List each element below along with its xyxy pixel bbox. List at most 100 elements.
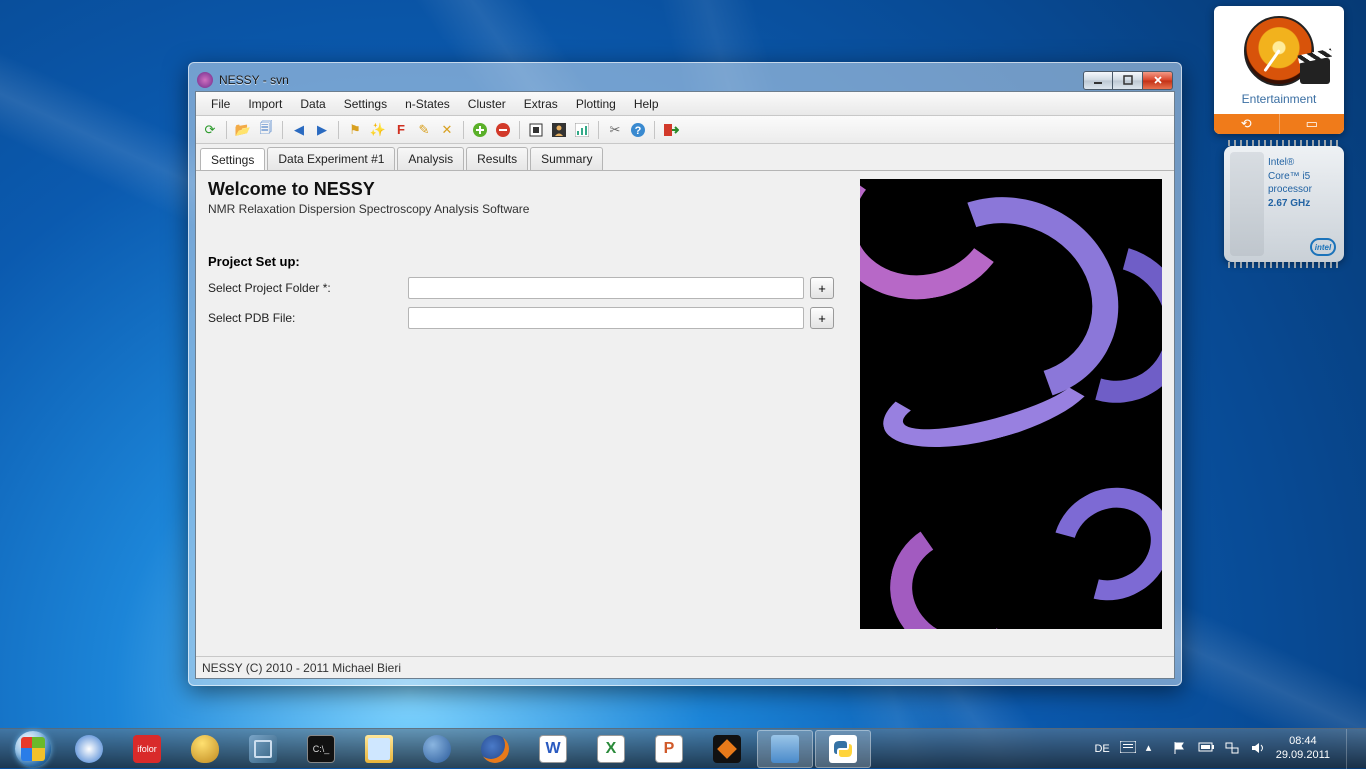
gadget-cpu[interactable]: Intel® Core™ i5 processor 2.67 GHz intel [1224,146,1344,262]
minimize-button[interactable] [1083,71,1113,90]
menu-extras[interactable]: Extras [515,94,567,114]
nav-forward-icon[interactable]: ▶ [312,120,332,140]
statusbar: NESSY (C) 2010 - 2011 Michael Bieri [196,656,1174,678]
clapper-icon [1300,58,1330,84]
taskbar-lamp[interactable] [177,730,233,768]
taskbar-python[interactable] [815,730,871,768]
project-folder-input[interactable] [408,277,804,299]
tray-chevron-icon[interactable]: ▴ [1146,741,1162,757]
pdb-file-label: Select PDB File: [208,311,408,325]
system-tray: DE ▴ 08:44 29.09.2011 [1094,729,1360,769]
wand-icon[interactable]: ✨ [368,120,388,140]
taskbar-virtualbox[interactable] [235,730,291,768]
gadget-entertainment-label: Entertainment [1242,92,1317,106]
taskbar-itunes[interactable] [61,730,117,768]
project-setup-heading: Project Set up: [208,254,840,269]
tabstrip: Settings Data Experiment #1 Analysis Res… [196,144,1174,170]
taskbar-excel[interactable]: X [583,730,639,768]
taskbar-firefox[interactable] [467,730,523,768]
tray-battery-icon[interactable] [1198,741,1214,757]
remove-stop-icon[interactable] [493,120,513,140]
tray-network-icon[interactable] [1224,741,1240,757]
menubar: File Import Data Settings n-States Clust… [196,92,1174,116]
flag-yellow-icon[interactable]: ⚑ [345,120,365,140]
window-controls [1083,71,1173,90]
taskbar-terminal[interactable]: C:\_ [293,730,349,768]
menu-help[interactable]: Help [625,94,668,114]
tab-summary[interactable]: Summary [530,147,603,170]
taskbar-word[interactable]: W [525,730,581,768]
maximize-button[interactable] [1113,71,1143,90]
project-folder-browse-button[interactable]: + [810,277,834,299]
taskbar-thunderbird[interactable] [409,730,465,768]
tray-date: 29.09.2011 [1276,749,1330,763]
taskbar-origin[interactable] [699,730,755,768]
welcome-heading: Welcome to NESSY [208,179,840,200]
menu-nstates[interactable]: n-States [396,94,459,114]
letter-f-icon[interactable]: F [391,120,411,140]
protein-structure-image [860,179,1162,629]
tab-results[interactable]: Results [466,147,528,170]
user-icon[interactable] [549,120,569,140]
tray-volume-icon[interactable] [1250,741,1266,757]
add-plus-icon[interactable] [470,120,490,140]
menu-plotting[interactable]: Plotting [567,94,625,114]
statusbar-text: NESSY (C) 2010 - 2011 Michael Bieri [202,661,401,675]
cpu-line1: Intel® [1268,156,1336,170]
app-window: NESSY - svn File Import Data Settings n-… [188,62,1182,686]
gadget-next-button[interactable]: ▭ [1280,114,1345,134]
titlebar[interactable]: NESSY - svn [195,69,1175,91]
start-button[interactable] [6,729,60,769]
menu-data[interactable]: Data [291,94,334,114]
pencil-icon[interactable]: ✎ [414,120,434,140]
taskbar-app1[interactable] [757,730,813,768]
project-folder-label: Select Project Folder *: [208,281,408,295]
menu-import[interactable]: Import [239,94,291,114]
menu-settings[interactable]: Settings [335,94,396,114]
tray-flag-icon[interactable] [1172,741,1188,757]
menu-cluster[interactable]: Cluster [459,94,515,114]
intel-logo-icon: intel [1310,238,1336,256]
stop-square-icon[interactable] [526,120,546,140]
refresh-icon[interactable]: ⟳ [200,120,220,140]
taskbar-ifolor[interactable]: ifolor [119,730,175,768]
toolbar: ⟳ 📂 🗐 ◀ ▶ ⚑ ✨ F ✎ ✕ ✂ ? [196,116,1174,144]
close-button[interactable] [1143,71,1173,90]
tray-keyboard-icon[interactable] [1120,741,1136,757]
save-all-icon[interactable]: 🗐 [256,120,276,140]
tray-clock[interactable]: 08:44 29.09.2011 [1276,735,1330,763]
project-folder-row: Select Project Folder *: + [208,277,840,299]
app-icon [197,72,213,88]
pdb-file-input[interactable] [408,307,804,329]
pdb-file-browse-button[interactable]: + [810,307,834,329]
gadget-prev-button[interactable]: ⟲ [1214,114,1280,134]
chart-icon[interactable] [572,120,592,140]
cpu-frequency: 2.67 GHz [1268,197,1336,211]
settings-panel: Welcome to NESSY NMR Relaxation Dispersi… [208,179,840,648]
exit-icon[interactable] [661,120,681,140]
nav-back-icon[interactable]: ◀ [289,120,309,140]
gadget-entertainment-bar: ⟲ ▭ [1214,114,1344,134]
tab-data-experiment-1[interactable]: Data Experiment #1 [267,147,395,170]
show-desktop-button[interactable] [1346,729,1356,769]
taskbar-powerpoint[interactable]: P [641,730,697,768]
tray-language[interactable]: DE [1094,743,1109,755]
pdb-file-row: Select PDB File: + [208,307,840,329]
taskbar: ifolor C:\_ W X P DE ▴ 08:44 29.09.2011 [0,728,1366,768]
windows-orb-icon [15,731,51,767]
gadget-entertainment-graphic [1224,12,1334,90]
help-circle-icon[interactable]: ? [628,120,648,140]
taskbar-explorer[interactable] [351,730,407,768]
project-setup-section: Project Set up: Select Project Folder *:… [208,254,840,329]
delete-x-icon[interactable]: ✕ [437,120,457,140]
welcome-subtitle: NMR Relaxation Dispersion Spectroscopy A… [208,202,840,216]
gadget-entertainment[interactable]: Entertainment ⟲ ▭ [1214,6,1344,134]
cpu-line3: processor [1268,183,1336,197]
svg-text:?: ? [635,125,642,137]
tray-time: 08:44 [1276,735,1330,749]
tools-icon[interactable]: ✂ [605,120,625,140]
tab-settings[interactable]: Settings [200,148,265,171]
open-folder-icon[interactable]: 📂 [233,120,253,140]
tab-analysis[interactable]: Analysis [397,147,464,170]
menu-file[interactable]: File [202,94,239,114]
